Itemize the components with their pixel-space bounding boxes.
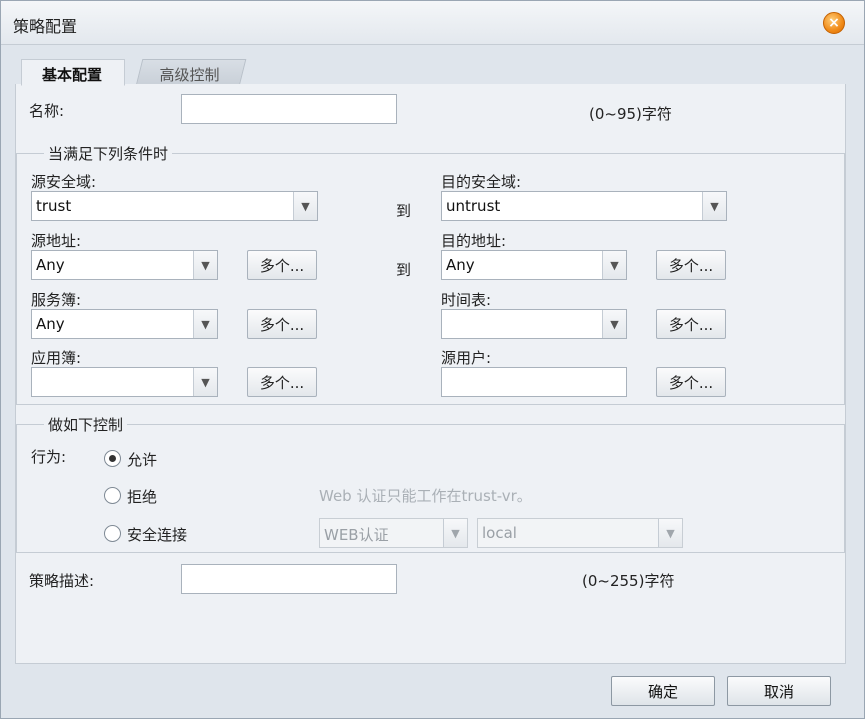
chevron-down-icon[interactable]: ▼	[193, 251, 217, 279]
control-legend: 做如下控制	[44, 414, 128, 435]
auth-server-select[interactable]: local ▼	[477, 518, 683, 548]
chevron-down-icon[interactable]: ▼	[193, 368, 217, 396]
chevron-down-icon[interactable]: ▼	[658, 519, 682, 547]
chevron-down-icon[interactable]: ▼	[193, 310, 217, 338]
dst-addr-multi-button[interactable]: 多个...	[656, 250, 726, 280]
src-zone-label: 源安全域:	[31, 173, 97, 191]
schedule-multi-button[interactable]: 多个...	[656, 309, 726, 339]
schedule-select[interactable]: ▼	[441, 309, 627, 339]
application-select[interactable]: ▼	[31, 367, 218, 397]
tab-basic-config-label: 基本配置	[42, 66, 103, 84]
service-select[interactable]: Any ▼	[31, 309, 218, 339]
chevron-down-icon[interactable]: ▼	[443, 519, 467, 547]
auth-type-value: WEB认证	[324, 526, 389, 544]
dialog-title: 策略配置	[13, 17, 78, 36]
application-label: 应用簿:	[31, 349, 82, 367]
tab-advanced-control-label: 高级控制	[159, 66, 220, 84]
description-length-hint: (0~255)字符	[582, 572, 675, 590]
name-input[interactable]	[181, 94, 397, 124]
dst-addr-label: 目的地址:	[441, 232, 507, 250]
auth-server-value: local	[482, 524, 517, 542]
dst-zone-value: untrust	[446, 197, 501, 215]
src-user-label: 源用户:	[441, 349, 492, 367]
src-addr-label: 源地址:	[31, 232, 82, 250]
conditions-legend: 当满足下列条件时	[44, 143, 173, 164]
action-permit-label[interactable]: 允许	[127, 449, 157, 470]
dst-zone-select[interactable]: untrust ▼	[441, 191, 727, 221]
src-zone-select[interactable]: trust ▼	[31, 191, 318, 221]
action-permit-radio[interactable]	[104, 450, 121, 467]
to-label: 到	[396, 202, 412, 220]
action-deny-label[interactable]: 拒绝	[127, 486, 157, 507]
src-addr-multi-button[interactable]: 多个...	[247, 250, 317, 280]
src-addr-select[interactable]: Any ▼	[31, 250, 218, 280]
chevron-down-icon[interactable]: ▼	[293, 192, 317, 220]
chevron-down-icon[interactable]: ▼	[702, 192, 726, 220]
cancel-button[interactable]: 取消	[727, 676, 831, 706]
src-user-multi-button[interactable]: 多个...	[656, 367, 726, 397]
name-label: 名称:	[29, 102, 65, 120]
description-input[interactable]	[181, 564, 397, 594]
dst-addr-select[interactable]: Any ▼	[441, 250, 627, 280]
policy-config-dialog: 策略配置 × 基本配置 高级控制 名称: (0~95)字符 当满足下列条件时 源…	[0, 0, 865, 719]
service-value: Any	[36, 315, 65, 333]
title-bar[interactable]: 策略配置 ×	[1, 1, 864, 45]
application-multi-button[interactable]: 多个...	[247, 367, 317, 397]
dst-addr-value: Any	[446, 256, 475, 274]
action-deny-radio[interactable]	[104, 487, 121, 504]
src-zone-value: trust	[36, 197, 72, 215]
action-secure-connect-radio[interactable]	[104, 525, 121, 542]
chevron-down-icon[interactable]: ▼	[602, 251, 626, 279]
service-multi-button[interactable]: 多个...	[247, 309, 317, 339]
basic-config-panel: 名称: (0~95)字符 当满足下列条件时 源安全域: trust ▼ 到 目的…	[15, 84, 846, 664]
tab-basic-config[interactable]: 基本配置	[21, 59, 126, 86]
web-auth-note: Web 认证只能工作在trust-vr。	[319, 487, 532, 505]
action-secure-connect-label[interactable]: 安全连接	[127, 524, 187, 545]
src-addr-value: Any	[36, 256, 65, 274]
ok-button[interactable]: 确定	[611, 676, 715, 706]
description-label: 策略描述:	[29, 572, 95, 590]
dst-zone-label: 目的安全域:	[441, 173, 522, 191]
schedule-label: 时间表:	[441, 291, 492, 309]
close-icon[interactable]: ×	[823, 12, 845, 34]
action-label: 行为:	[31, 448, 67, 466]
name-length-hint: (0~95)字符	[589, 105, 672, 123]
to-label: 到	[396, 261, 412, 279]
tab-advanced-control[interactable]: 高级控制	[135, 59, 247, 86]
tab-strip: 基本配置 高级控制	[15, 55, 846, 86]
service-label: 服务簿:	[31, 291, 82, 309]
chevron-down-icon[interactable]: ▼	[602, 310, 626, 338]
auth-type-select[interactable]: WEB认证 ▼	[319, 518, 468, 548]
src-user-input[interactable]	[441, 367, 627, 397]
